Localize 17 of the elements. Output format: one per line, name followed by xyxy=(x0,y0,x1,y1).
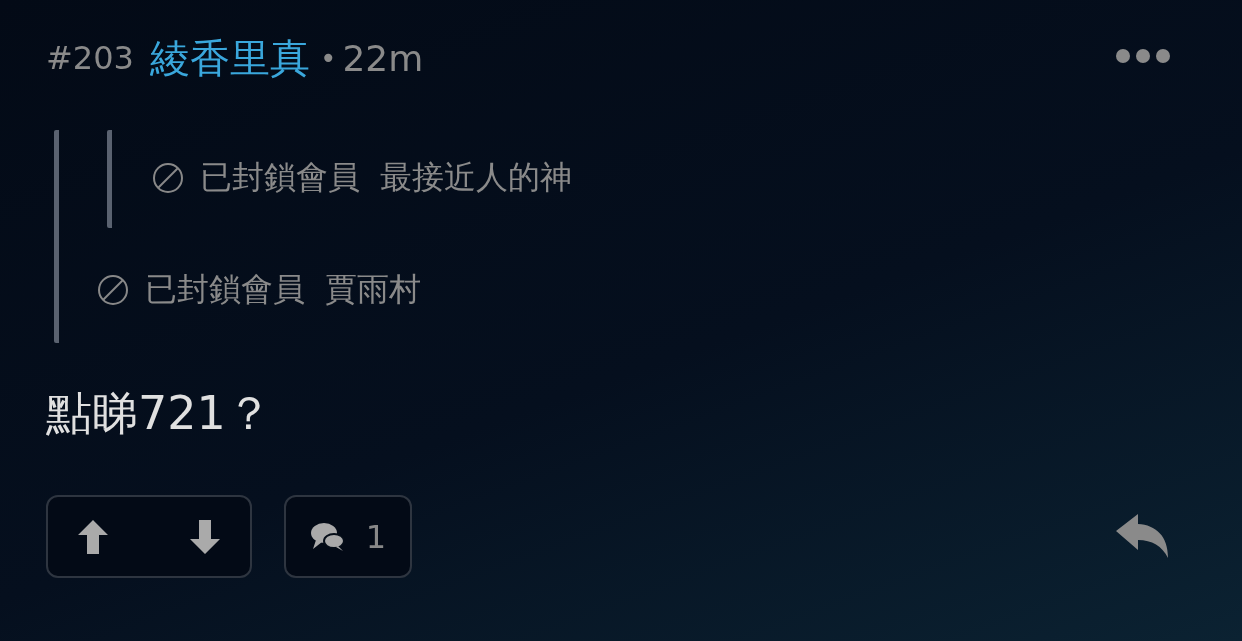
quoted-author: 最接近人的神 xyxy=(380,157,572,198)
post-time: 22m xyxy=(342,37,424,79)
separator-dot: • xyxy=(319,41,337,75)
quoted-author: 賈雨村 xyxy=(325,269,421,310)
author-name[interactable]: 綾香里真 xyxy=(149,30,310,86)
comments-button[interactable]: 1 xyxy=(284,495,412,578)
more-icon[interactable] xyxy=(1116,48,1172,64)
blocked-icon xyxy=(97,274,129,306)
post-number: #203 xyxy=(46,39,134,77)
post-body: 點睇721？ xyxy=(46,385,273,442)
blocked-icon xyxy=(152,162,184,194)
blocked-label: 已封鎖會員 xyxy=(200,157,360,198)
reply-icon[interactable] xyxy=(1116,513,1170,560)
downvote-icon[interactable] xyxy=(190,519,220,554)
comments-icon xyxy=(309,521,346,552)
upvote-icon[interactable] xyxy=(78,519,108,554)
blocked-label: 已封鎖會員 xyxy=(145,269,305,310)
